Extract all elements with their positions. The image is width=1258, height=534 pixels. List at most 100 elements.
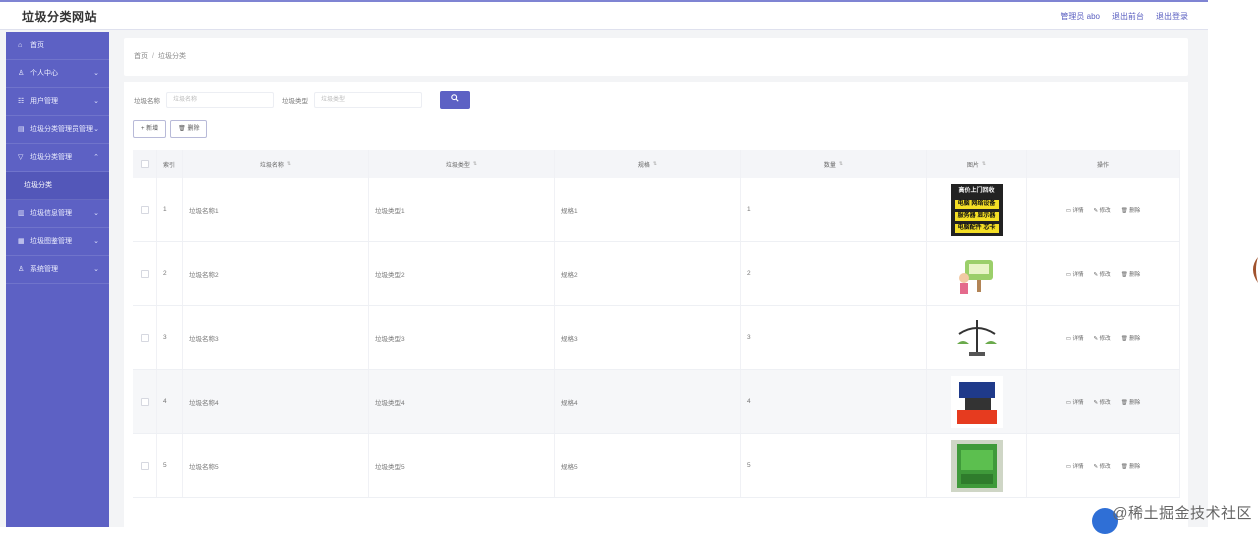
sidebar-item-home[interactable]: ⌂首页 <box>6 32 109 60</box>
detail-button[interactable]: ▭ 详情 <box>1066 398 1084 406</box>
column-header-ops: 操作 <box>1027 150 1180 178</box>
search-button[interactable] <box>440 91 470 109</box>
sidebar-item-atlas[interactable]: ▦垃圾图鉴管理 ⌄ <box>6 228 109 256</box>
row-checkbox[interactable] <box>141 334 149 342</box>
watermark: @稀土掘金技术社区 <box>1112 502 1252 523</box>
main-area: 首页/垃圾分类 垃圾名称 垃圾名称 垃圾类型 垃圾类型 + 新增 🗑 删除 <box>118 36 1190 527</box>
cell-type: 垃圾类型2 <box>369 242 555 305</box>
column-header-name[interactable]: 垃圾名称⇅ <box>183 150 369 178</box>
breadcrumb-home[interactable]: 首页 <box>134 53 148 60</box>
row-delete-button[interactable]: 🗑 删除 <box>1121 206 1141 214</box>
cell-num: 1 <box>741 178 927 241</box>
row-delete-button[interactable]: 🗑 删除 <box>1121 334 1141 342</box>
home-icon: ⌂ <box>18 32 26 60</box>
column-header-type[interactable]: 垃圾类型⇅ <box>369 150 555 178</box>
cell-name: 垃圾名称5 <box>183 434 369 497</box>
item-thumbnail <box>951 248 1003 300</box>
detail-button[interactable]: ▭ 详情 <box>1066 270 1084 278</box>
row-checkbox[interactable] <box>141 462 149 470</box>
edit-button[interactable]: ✎ 修改 <box>1094 270 1111 278</box>
admin-app: 垃圾分类网站 管理员 abo 退出前台 退出登录 ⌂首页 ♙个人中心 ⌄ ☷用户… <box>0 0 1208 527</box>
chevron-up-icon: ⌃ <box>93 144 99 172</box>
row-checkbox[interactable] <box>141 206 149 214</box>
add-button[interactable]: + 新增 <box>133 120 166 138</box>
sidebar-subitem-category[interactable]: 垃圾分类 <box>6 172 109 200</box>
cell-name: 垃圾名称3 <box>183 306 369 369</box>
row-checkbox[interactable] <box>141 398 149 406</box>
settings-icon: ♙ <box>18 256 26 284</box>
type-search-input[interactable]: 垃圾类型 <box>314 92 422 108</box>
sort-icon: ⇅ <box>982 161 986 167</box>
item-thumbnail: 高价上门回收 电脑 网络设备 服务器 显示器 电脑配件 芯卡 <box>951 184 1003 236</box>
sort-icon: ⇅ <box>287 161 291 167</box>
row-delete-button[interactable]: 🗑 删除 <box>1121 462 1141 470</box>
table-row: 2 垃圾名称2 垃圾类型2 规格2 2 <box>133 242 1180 306</box>
cell-name: 垃圾名称1 <box>183 178 369 241</box>
type-search-label: 垃圾类型 <box>282 95 308 105</box>
cell-index: 4 <box>157 370 183 433</box>
table-row: 3 垃圾名称3 垃圾类型3 规格3 3 <box>133 306 1180 370</box>
column-header-num[interactable]: 数量⇅ <box>741 150 927 178</box>
sidebar-item-profile[interactable]: ♙个人中心 ⌄ <box>6 60 109 88</box>
detail-button[interactable]: ▭ 详情 <box>1066 334 1084 342</box>
name-search-input[interactable]: 垃圾名称 <box>166 92 274 108</box>
item-thumbnail <box>951 312 1003 364</box>
cell-type: 垃圾类型1 <box>369 178 555 241</box>
cell-num: 5 <box>741 434 927 497</box>
grid-icon: ▦ <box>18 228 26 256</box>
sort-icon: ⇅ <box>653 161 657 167</box>
select-all-checkbox[interactable] <box>141 160 149 168</box>
name-search-label: 垃圾名称 <box>134 95 160 105</box>
row-delete-button[interactable]: 🗑 删除 <box>1121 398 1141 406</box>
cell-index: 3 <box>157 306 183 369</box>
sidebar-item-users[interactable]: ☷用户管理 ⌄ <box>6 88 109 116</box>
action-buttons: + 新增 🗑 删除 <box>133 120 207 138</box>
list-icon: ▤ <box>18 116 26 144</box>
chevron-down-icon: ⌄ <box>93 200 99 228</box>
cell-num: 2 <box>741 242 927 305</box>
users-icon: ☷ <box>18 88 26 116</box>
row-checkbox[interactable] <box>141 270 149 278</box>
edit-button[interactable]: ✎ 修改 <box>1094 398 1111 406</box>
cell-type: 垃圾类型4 <box>369 370 555 433</box>
detail-button[interactable]: ▭ 详情 <box>1066 462 1084 470</box>
detail-button[interactable]: ▭ 详情 <box>1066 206 1084 214</box>
sidebar-item-system[interactable]: ♙系统管理 ⌄ <box>6 256 109 284</box>
decorative-mascot-icon <box>1246 255 1258 285</box>
column-header-spec[interactable]: 规格⇅ <box>555 150 741 178</box>
cell-index: 5 <box>157 434 183 497</box>
logout-link[interactable]: 退出登录 <box>1156 11 1188 22</box>
column-header-image[interactable]: 图片⇅ <box>927 150 1027 178</box>
admin-user-link[interactable]: 管理员 abo <box>1060 11 1100 22</box>
sidebar-item-category[interactable]: ▽垃圾分类管理 ⌃ <box>6 144 109 172</box>
cell-name: 垃圾名称4 <box>183 370 369 433</box>
item-thumbnail <box>951 440 1003 492</box>
cell-spec: 规格4 <box>555 370 741 433</box>
edit-button[interactable]: ✎ 修改 <box>1094 334 1111 342</box>
cell-spec: 规格2 <box>555 242 741 305</box>
cell-index: 2 <box>157 242 183 305</box>
cell-type: 垃圾类型5 <box>369 434 555 497</box>
chevron-down-icon: ⌄ <box>93 256 99 284</box>
exit-frontend-link[interactable]: 退出前台 <box>1112 11 1144 22</box>
sidebar-item-info[interactable]: ▥垃圾信息管理 ⌄ <box>6 200 109 228</box>
chevron-down-icon: ⌄ <box>93 60 99 88</box>
sidebar-item-admins[interactable]: ▤垃圾分类管理员管理 ⌄ <box>6 116 109 144</box>
row-delete-button[interactable]: 🗑 删除 <box>1121 270 1141 278</box>
cell-num: 4 <box>741 370 927 433</box>
edit-button[interactable]: ✎ 修改 <box>1094 462 1111 470</box>
breadcrumb-card: 首页/垃圾分类 <box>124 38 1188 76</box>
cell-spec: 规格5 <box>555 434 741 497</box>
cell-index: 1 <box>157 178 183 241</box>
table-header: 索引 垃圾名称⇅ 垃圾类型⇅ 规格⇅ 数量⇅ 图片⇅ 操作 <box>133 150 1180 178</box>
chevron-down-icon: ⌄ <box>93 116 99 144</box>
sort-icon: ⇅ <box>473 161 477 167</box>
cell-name: 垃圾名称2 <box>183 242 369 305</box>
table-row: 5 垃圾名称5 垃圾类型5 规格5 5 <box>133 434 1180 498</box>
breadcrumb: 首页/垃圾分类 <box>134 51 186 61</box>
content-card: 垃圾名称 垃圾名称 垃圾类型 垃圾类型 + 新增 🗑 删除 索引 垃圾名称⇅ 垃… <box>124 82 1188 527</box>
edit-button[interactable]: ✎ 修改 <box>1094 206 1111 214</box>
table-row: 4 垃圾名称4 垃圾类型4 规格4 4 <box>133 370 1180 434</box>
delete-button[interactable]: 🗑 删除 <box>170 120 207 138</box>
chart-icon: ▥ <box>18 200 26 228</box>
